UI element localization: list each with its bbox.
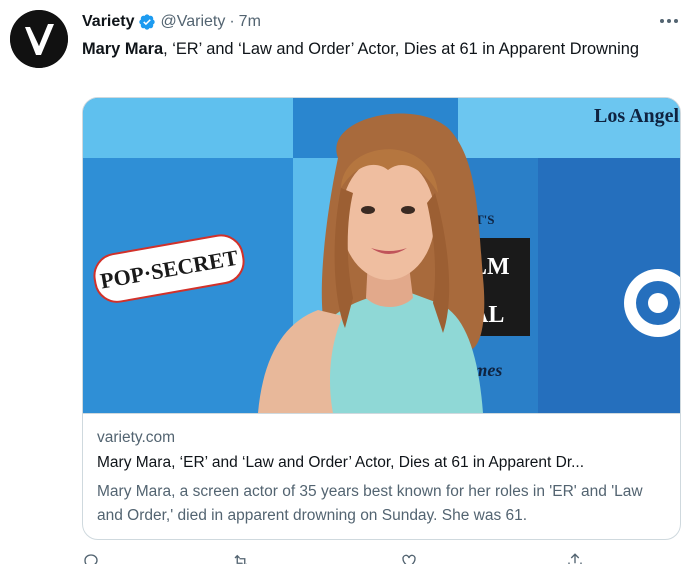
- share-button[interactable]: [566, 552, 590, 564]
- card-domain: variety.com: [97, 429, 176, 446]
- action-bar: [82, 552, 602, 564]
- tweet-text-bold: Mary Mara: [82, 40, 164, 58]
- share-icon: [568, 553, 582, 564]
- card-description: Mary Mara, a screen actor of 35 years be…: [97, 483, 643, 524]
- card-divider: [83, 413, 680, 414]
- tweet-timestamp[interactable]: 7m: [239, 13, 261, 31]
- more-dot-icon: [667, 19, 671, 23]
- like-icon: [402, 554, 416, 564]
- header-separator: ·: [229, 13, 235, 30]
- card-image[interactable]: POP·SECRET Los Angel Times LM AL T'S: [83, 98, 680, 413]
- author-display-name[interactable]: Variety: [82, 13, 134, 31]
- avatar[interactable]: [10, 10, 68, 68]
- variety-logo-icon: [10, 10, 68, 68]
- tweet-header: Variety @Variety · 7m: [82, 11, 261, 33]
- retweet-icon: [234, 554, 247, 564]
- more-options-button[interactable]: [654, 8, 684, 34]
- retweet-button[interactable]: [232, 552, 256, 564]
- tweet-text-rest: , ‘ER’ and ‘Law and Order’ Actor, Dies a…: [163, 40, 639, 58]
- card-title: Mary Mara, ‘ER’ and ‘Law and Order’ Acto…: [97, 454, 585, 471]
- more-dot-icon: [674, 19, 678, 23]
- backdrop-la-text: Los Angel: [594, 105, 679, 127]
- tweet: Variety @Variety · 7m Mary Mara, ‘ER’ an…: [0, 0, 700, 564]
- tweet-text: Mary Mara, ‘ER’ and ‘Law and Order’ Acto…: [82, 37, 662, 61]
- more-dot-icon: [660, 19, 664, 23]
- author-handle[interactable]: @Variety: [160, 13, 225, 31]
- like-button[interactable]: [400, 552, 424, 564]
- link-preview-card[interactable]: POP·SECRET Los Angel Times LM AL T'S var…: [82, 97, 681, 540]
- reply-icon: [84, 554, 98, 564]
- reply-button[interactable]: [82, 552, 106, 564]
- article-photo: POP·SECRET Los Angel Times LM AL T'S: [83, 98, 680, 413]
- verified-badge-icon: [138, 13, 156, 31]
